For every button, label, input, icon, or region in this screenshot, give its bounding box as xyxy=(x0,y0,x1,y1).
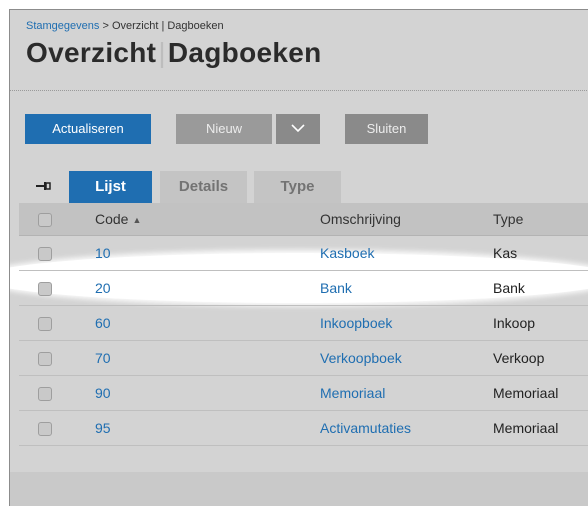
page-title: Overzicht|Dagboeken xyxy=(26,37,322,69)
pin-icon[interactable] xyxy=(35,180,51,192)
column-header-code[interactable]: Code ▲ xyxy=(95,203,141,237)
row-type: Inkoop xyxy=(493,315,536,331)
row-code-link[interactable]: 20 xyxy=(95,271,111,305)
row-description-link[interactable]: Activamutaties xyxy=(320,411,411,445)
select-all-checkbox[interactable] xyxy=(38,213,52,228)
breadcrumb: Stamgegevens > Overzicht | Dagboeken xyxy=(26,20,224,32)
row-description-link[interactable]: Memoriaal xyxy=(320,376,385,410)
row-description-link[interactable]: Verkoopboek xyxy=(320,341,402,375)
table-footer xyxy=(10,472,588,506)
column-header-description[interactable]: Omschrijving xyxy=(320,203,401,235)
row-code-link[interactable]: 70 xyxy=(95,341,111,375)
app-window: Stamgegevens > Overzicht | Dagboeken Ove… xyxy=(9,9,588,506)
chevron-down-icon xyxy=(291,124,305,133)
table-row: 90 Memoriaal Memoriaal xyxy=(19,376,588,411)
row-description-link[interactable]: Kasboek xyxy=(320,236,374,270)
tab-type[interactable]: Type xyxy=(254,171,341,203)
refresh-button[interactable]: Actualiseren xyxy=(25,114,151,144)
table-row: 60 Inkoopboek Inkoop xyxy=(19,306,588,341)
tab-lijst[interactable]: Lijst xyxy=(69,171,152,203)
journal-table: Code ▲ Omschrijving Type 10 Kasboek Kas 2… xyxy=(19,203,588,446)
row-description-link[interactable]: Bank xyxy=(320,271,352,305)
row-description-link[interactable]: Inkoopboek xyxy=(320,306,392,340)
table-row: 20 Bank Bank xyxy=(19,271,588,306)
row-code-link[interactable]: 10 xyxy=(95,236,111,270)
row-code-link[interactable]: 60 xyxy=(95,306,111,340)
tab-details[interactable]: Details xyxy=(160,171,247,203)
row-checkbox[interactable] xyxy=(38,282,52,297)
header-divider xyxy=(10,90,588,91)
table-header: Code ▲ Omschrijving Type xyxy=(19,203,588,236)
table-row: 10 Kasboek Kas xyxy=(19,236,588,271)
breadcrumb-stamgegevens[interactable]: Stamgegevens xyxy=(26,20,99,32)
new-dropdown-button[interactable] xyxy=(276,114,320,144)
row-code-link[interactable]: 95 xyxy=(95,411,111,445)
row-checkbox[interactable] xyxy=(38,387,52,402)
row-checkbox[interactable] xyxy=(38,247,52,262)
title-separator: | xyxy=(158,37,166,68)
row-type: Memoriaal xyxy=(493,420,559,436)
page-title-main: Overzicht xyxy=(26,37,157,68)
row-checkbox[interactable] xyxy=(38,352,52,367)
row-code-link[interactable]: 90 xyxy=(95,376,111,410)
row-type: Memoriaal xyxy=(493,385,559,401)
table-row: 70 Verkoopboek Verkoop xyxy=(19,341,588,376)
column-header-type[interactable]: Type xyxy=(493,203,523,235)
page-title-sub: Dagboeken xyxy=(167,37,322,68)
row-checkbox[interactable] xyxy=(38,317,52,332)
row-type: Kas xyxy=(493,245,518,261)
table-row: 95 Activamutaties Memoriaal xyxy=(19,411,588,446)
sort-ascending-icon: ▲ xyxy=(132,215,142,225)
close-button[interactable]: Sluiten xyxy=(345,114,428,144)
row-type: Verkoop xyxy=(493,350,545,366)
row-checkbox[interactable] xyxy=(38,422,52,437)
breadcrumb-current: Overzicht | Dagboeken xyxy=(111,20,224,32)
new-button[interactable]: Nieuw xyxy=(176,114,272,144)
row-type: Bank xyxy=(493,280,525,296)
breadcrumb-separator: > xyxy=(99,20,112,32)
